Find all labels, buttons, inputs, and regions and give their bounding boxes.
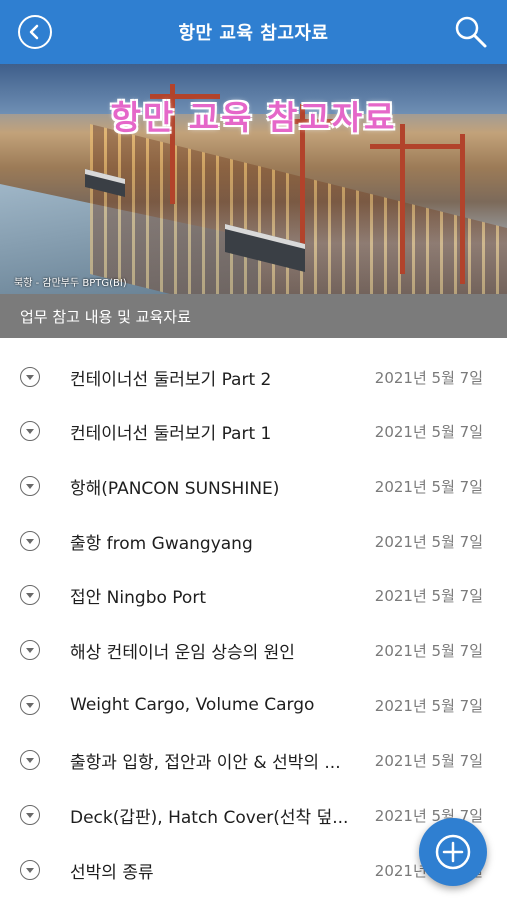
item-date: 2021년 5월 7일 (374, 696, 483, 715)
list-item[interactable]: 출항 from Gwangyang 2021년 5월 7일 (0, 514, 507, 568)
search-button[interactable] (453, 14, 489, 50)
list-item[interactable]: 접안 Ningbo Port 2021년 5월 7일 (0, 568, 507, 622)
chevron-down-icon[interactable] (20, 531, 40, 551)
item-title: 선박의 종류 (70, 862, 154, 883)
back-arrow-icon (29, 24, 39, 40)
chevron-down-icon[interactable] (20, 860, 40, 880)
chevron-down-icon[interactable] (20, 805, 40, 825)
search-icon (455, 16, 487, 48)
chevron-down-icon[interactable] (20, 640, 40, 660)
hero-banner-image: 항만 교육 참고자료 북항 - 감만부두 BPTG(BI) (0, 64, 507, 294)
section-title: 업무 참고 내용 및 교육자료 (20, 307, 191, 326)
add-button[interactable] (419, 818, 487, 886)
crane-arm (370, 144, 460, 149)
plus-icon (435, 834, 471, 870)
app-bar: 항만 교육 참고자료 (0, 0, 507, 64)
item-date: 2021년 5월 7일 (374, 586, 483, 605)
item-title: Weight Cargo, Volume Cargo (70, 695, 315, 715)
item-title: 접안 Ningbo Port (70, 587, 206, 608)
item-date: 2021년 5월 7일 (374, 477, 483, 496)
chevron-down-icon[interactable] (20, 695, 40, 715)
item-title: 출항과 입항, 접안과 이안 & 선박의 ... (70, 752, 341, 773)
list-item[interactable]: 컨테이너선 둘러보기 Part 1 2021년 5월 7일 (0, 404, 507, 458)
chevron-down-icon[interactable] (20, 585, 40, 605)
chevron-down-icon[interactable] (20, 750, 40, 770)
section-header: 업무 참고 내용 및 교육자료 (0, 294, 507, 338)
chevron-down-icon[interactable] (20, 476, 40, 496)
hero-caption: 북항 - 감만부두 BPTG(BI) (14, 278, 127, 289)
crane (460, 134, 465, 284)
item-date: 2021년 5월 7일 (374, 368, 483, 387)
item-title: 출항 from Gwangyang (70, 533, 253, 554)
back-button[interactable] (18, 15, 52, 49)
item-title: 항해(PANCON SUNSHINE) (70, 478, 280, 499)
item-title: 컨테이너선 둘러보기 Part 1 (70, 423, 272, 444)
item-date: 2021년 5월 7일 (374, 751, 483, 770)
item-title: Deck(갑판), Hatch Cover(선착 덮... (70, 807, 349, 828)
list-item[interactable]: 출항과 입항, 접안과 이안 & 선박의 ... 2021년 5월 7일 (0, 733, 507, 787)
item-date: 2021년 5월 7일 (374, 641, 483, 660)
list-item[interactable]: Weight Cargo, Volume Cargo 2021년 5월 7일 (0, 678, 507, 732)
page-title: 항만 교육 참고자료 (178, 23, 329, 44)
list-item[interactable]: 항해(PANCON SUNSHINE) 2021년 5월 7일 (0, 459, 507, 513)
item-title: 해상 컨테이너 운임 상승의 원인 (70, 642, 295, 663)
item-title: 컨테이너선 둘러보기 Part 2 (70, 369, 272, 390)
chevron-down-icon[interactable] (20, 421, 40, 441)
item-date: 2021년 5월 7일 (374, 532, 483, 551)
hero-title: 항만 교육 참고자료 (110, 98, 397, 137)
list-item[interactable]: 컨테이너선 둘러보기 Part 2 2021년 5월 7일 (0, 350, 507, 404)
item-date: 2021년 5월 7일 (374, 422, 483, 441)
list-item[interactable]: 해상 컨테이너 운임 상승의 원인 2021년 5월 7일 (0, 623, 507, 677)
chevron-down-icon[interactable] (20, 367, 40, 387)
